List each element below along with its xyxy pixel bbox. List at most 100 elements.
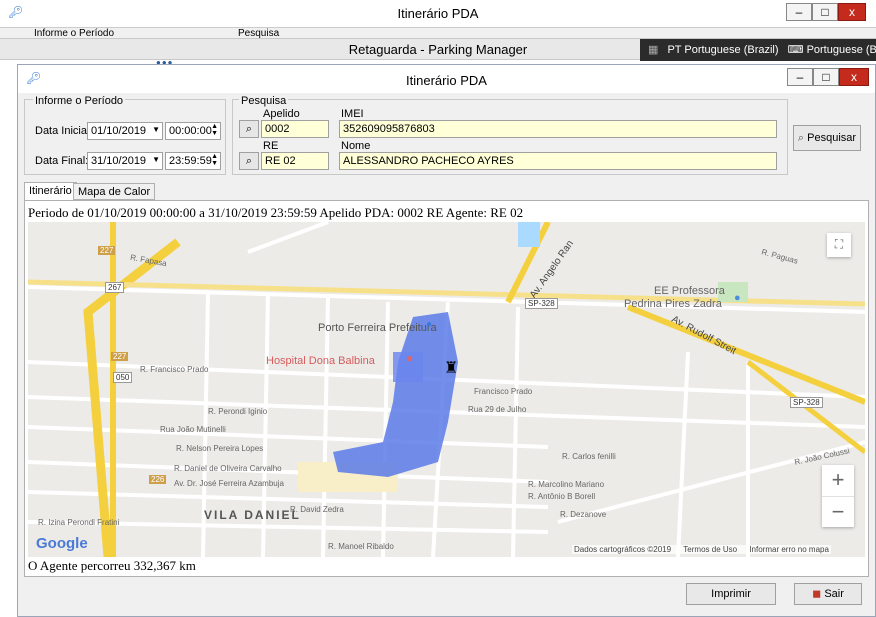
apelido-label: Apelido: [263, 108, 300, 120]
binoculars-icon: ⌕: [797, 132, 805, 144]
bg-close-button[interactable]: x: [838, 3, 866, 21]
fullscreen-button[interactable]: ⛶: [827, 233, 851, 257]
zoom-in-button[interactable]: +: [822, 465, 854, 496]
terms-link[interactable]: Termos de Uso: [683, 545, 737, 554]
re-label: RE: [263, 140, 279, 152]
grid-icon: ▦: [648, 44, 659, 56]
maximize-button[interactable]: □: [813, 68, 839, 86]
end-time-value: 23:59:59: [169, 155, 212, 167]
spin-updown-icon[interactable]: ▲ ▼: [211, 123, 218, 137]
map-label-r227b: 227: [111, 352, 129, 361]
search-re-button[interactable]: ⌕: [239, 152, 259, 170]
map-label-azambuja: Av. Dr. José Ferreira Azambuja: [174, 479, 284, 488]
exit-label: Sair: [824, 588, 844, 600]
itinerary-info: Periodo de 01/10/2019 00:00:00 a 31/10/2…: [28, 205, 524, 220]
search-group: Pesquisa Apelido ⌕ 0002 IMEI 35260909587…: [232, 95, 788, 175]
background-title: Itinerário PDA: [397, 6, 479, 21]
map-label-nelson: R. Nelson Pereira Lopes: [176, 444, 264, 453]
language-code[interactable]: PT Portuguese (Brazil): [667, 44, 778, 56]
pesquisar-label: Pesquisar: [807, 132, 857, 144]
nome-label: Nome: [341, 140, 371, 152]
report-error-link[interactable]: Informar erro no mapa: [749, 545, 829, 554]
end-date-label: Data Final:: [35, 155, 89, 167]
minimize-button[interactable]: –: [787, 68, 813, 86]
spin-updown-icon[interactable]: ▲ ▼: [211, 153, 218, 167]
bg-minimize-button[interactable]: –: [786, 3, 812, 21]
map-attribution-bar: Dados cartográficos ©2019 Termos de Uso …: [572, 545, 831, 554]
chevron-down-icon[interactable]: ▼: [152, 125, 160, 134]
map-canvas: [28, 222, 865, 557]
tab-itinerario[interactable]: Itinerário: [24, 182, 77, 201]
exit-icon: ◼: [812, 588, 822, 600]
close-button[interactable]: x: [839, 68, 869, 86]
map-label-prefeitura: Porto Ferreira Prefeitura: [318, 322, 437, 334]
bg-maximize-button[interactable]: □: [812, 3, 838, 21]
map-label-marcolino: R. Marcolino Mariano: [528, 480, 605, 489]
keyboard-layout[interactable]: Portuguese (Brazil: [807, 44, 876, 56]
end-date-picker[interactable]: 31/10/2019 ▼: [87, 152, 163, 170]
map-label-sp328b: SP-328: [790, 397, 823, 408]
start-time-value: 00:00:00: [169, 125, 212, 137]
agent-marker-icon: ♜: [444, 360, 459, 377]
window-title: Itinerário PDA: [406, 73, 487, 88]
re-input[interactable]: RE 02: [261, 152, 329, 170]
map-label-r267: 267: [105, 282, 125, 293]
period-group-label: Informe o Período: [33, 95, 126, 107]
map-label-fprado2: Francisco Prado: [474, 387, 533, 396]
map-label-ribaldo: R. Manoel Ribaldo: [328, 542, 394, 551]
map-label-school: EE Professora: [654, 285, 725, 297]
start-date-picker[interactable]: 01/10/2019 ▼: [87, 122, 163, 140]
map-pin-icon: ●: [426, 319, 433, 330]
map-label-dezanove: R. Dezanove: [560, 510, 607, 519]
nome-input[interactable]: ALESSANDRO PACHECO AYRES: [339, 152, 777, 170]
map-label-borell: R. Antônio B Borell: [528, 492, 596, 501]
tab-mapa-de-calor[interactable]: Mapa de Calor: [73, 183, 156, 200]
map-label-hospital: Hospital Dona Balbina: [266, 355, 375, 367]
map-label-school-2: Pedrina Pires Zadra: [624, 298, 722, 310]
background-titlebar: 🔑︎ Itinerário PDA – □ x: [0, 0, 876, 28]
map-label-vila: VILA DANIEL: [204, 508, 301, 522]
end-time-spinner[interactable]: 23:59:59 ▲ ▼: [165, 152, 221, 170]
search-apelido-button[interactable]: ⌕: [239, 120, 259, 138]
apelido-input[interactable]: 0002: [261, 120, 329, 138]
zoom-controls: + −: [822, 465, 854, 527]
distance-footer: O Agente percorreu 332,367 km: [28, 558, 196, 573]
search-icon: ⌕: [245, 155, 253, 167]
map-label-fprado: R. Francisco Prado: [140, 365, 209, 374]
exit-button[interactable]: ◼ Sair: [794, 583, 862, 605]
hospital-pin-icon: ●: [406, 351, 414, 365]
map-view[interactable]: Porto Ferreira Prefeitura ● Hospital Don…: [28, 222, 865, 557]
start-date-value: 01/10/2019: [91, 125, 147, 137]
map-label-izina: R. Izina Perondi Fratini: [38, 518, 120, 527]
map-label-r227a: 227: [98, 246, 116, 255]
google-logo: Google: [36, 535, 88, 552]
period-group: Informe o Período Data Inicial: 01/10/20…: [24, 95, 226, 175]
zoom-out-button[interactable]: −: [822, 496, 854, 527]
map-label-perondi: R. Perondi Iginio: [208, 407, 268, 416]
start-time-spinner[interactable]: 00:00:00 ▲ ▼: [165, 122, 221, 140]
map-label-fenilli: R. Carlos fenilli: [562, 452, 616, 461]
window-titlebar: 🔑︎ Itinerário PDA – □ x: [18, 65, 875, 93]
tab-content: Periodo de 01/10/2019 00:00:00 a 31/10/2…: [24, 200, 869, 577]
school-pin-icon: ●: [734, 292, 741, 304]
itinerario-window: 🔑︎ Itinerário PDA – □ x Informe o Períod…: [17, 64, 876, 617]
map-label-zedra: R. David Zedra: [290, 505, 344, 514]
map-label-mutinelli: Rua João Mutinelli: [160, 425, 226, 434]
language-bar[interactable]: ▦ PT Portuguese (Brazil) ⌨ Portuguese (B…: [640, 39, 876, 61]
print-button[interactable]: Imprimir: [686, 583, 776, 605]
search-group-label: Pesquisa: [239, 95, 289, 107]
imei-input[interactable]: 352609095876803: [339, 120, 777, 138]
map-label-daniel: R. Daniel de Oliveira Carvalho: [174, 464, 282, 473]
pesquisar-button[interactable]: ⌕ Pesquisar: [793, 125, 861, 151]
fullscreen-icon: ⛶: [834, 237, 844, 251]
keyboard-icon: ⌨: [787, 44, 804, 56]
imei-label: IMEI: [341, 108, 364, 120]
chevron-down-icon[interactable]: ▼: [152, 155, 160, 164]
app-title-strip: Retaguarda - Parking Manager ▦ PT Portug…: [0, 38, 876, 61]
start-date-label: Data Inicial:: [35, 125, 93, 137]
search-icon: ⌕: [245, 123, 253, 135]
end-date-value: 31/10/2019: [91, 155, 147, 167]
attribution-text: Dados cartográficos ©2019: [574, 545, 672, 554]
map-label-r226: 226: [149, 475, 167, 484]
map-label-sp328a: SP-328: [525, 298, 558, 309]
